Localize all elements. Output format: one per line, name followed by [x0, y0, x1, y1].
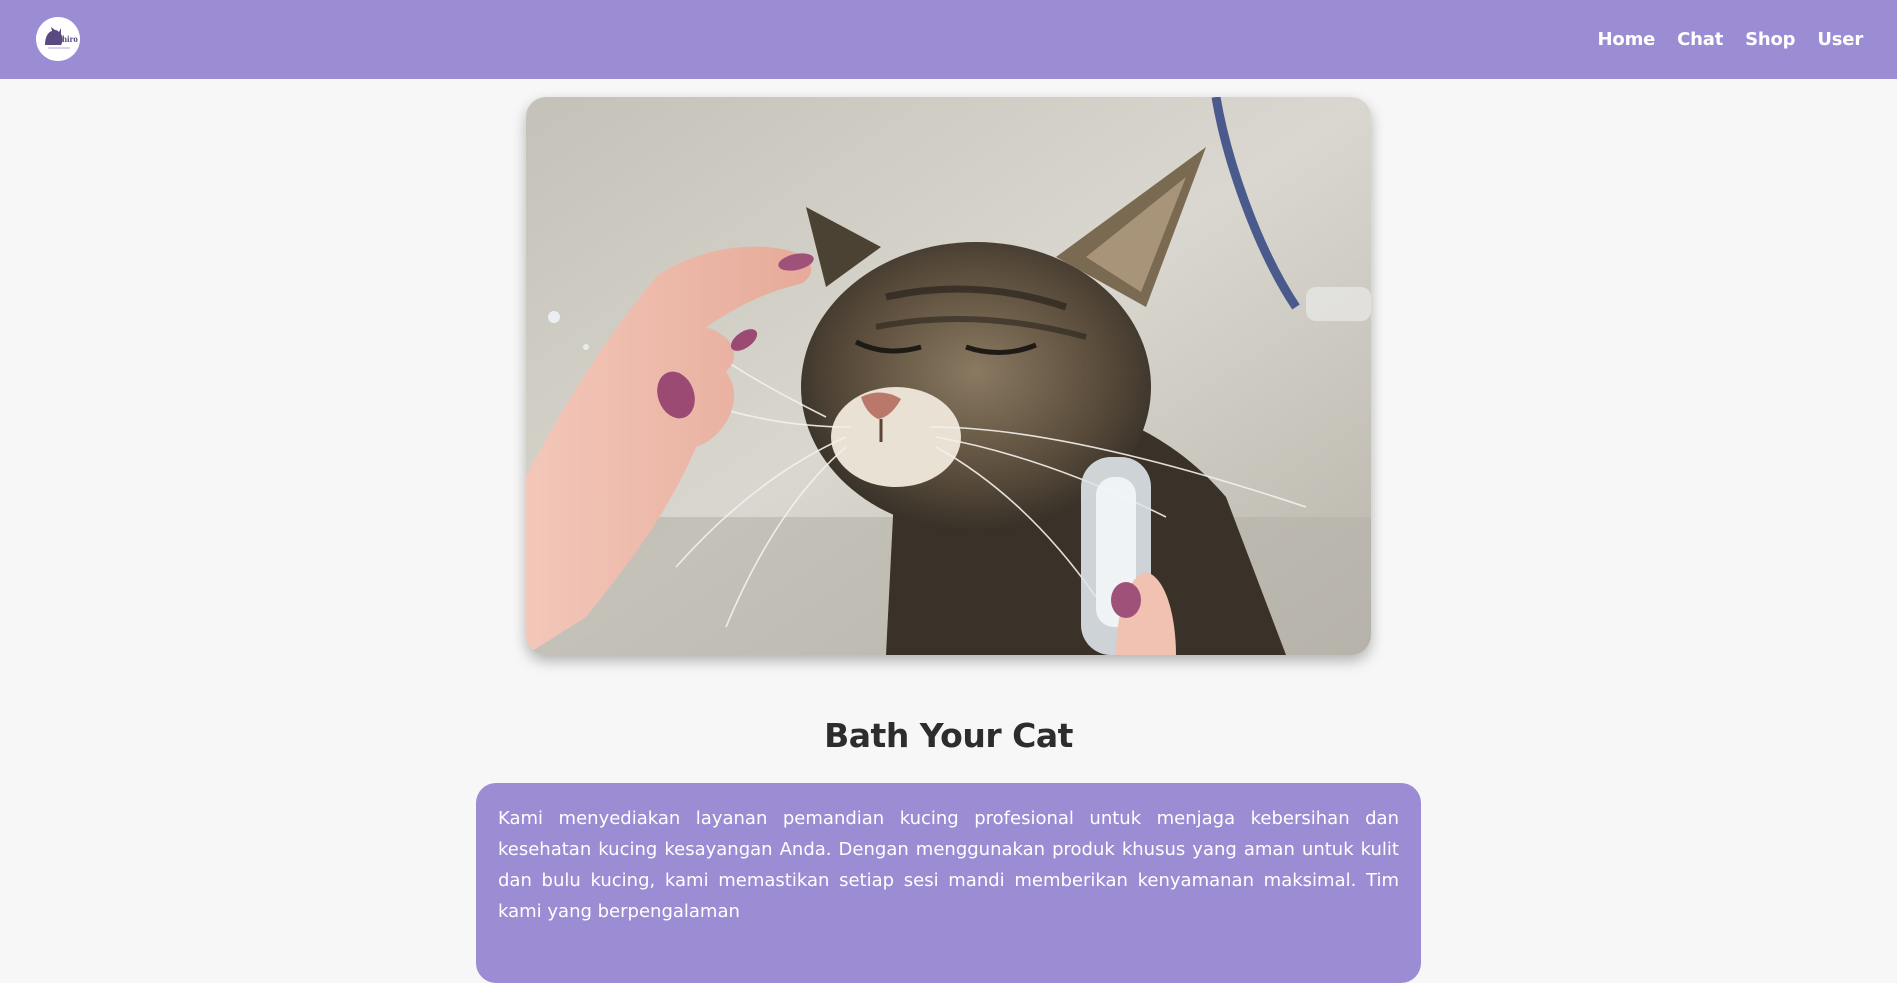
hero-image: [526, 97, 1371, 655]
cat-bath-photo: [526, 97, 1371, 655]
nav-home-link[interactable]: Home: [1598, 29, 1656, 50]
main-nav: Home Chat Shop User: [1598, 0, 1864, 79]
nav-shop-link[interactable]: Shop: [1745, 29, 1795, 50]
top-navbar: Shiro Home Chat Shop User: [0, 0, 1897, 79]
description-card: Kami menyediakan layanan pemandian kucin…: [476, 783, 1421, 983]
page-title: Bath Your Cat: [824, 716, 1073, 755]
description-text: Kami menyediakan layanan pemandian kucin…: [498, 808, 1399, 922]
nav-user-link[interactable]: User: [1817, 29, 1863, 50]
nav-chat-link[interactable]: Chat: [1677, 29, 1723, 50]
cat-logo-icon: Shiro: [36, 17, 80, 61]
logo-text: Shiro: [57, 34, 78, 44]
brand-logo[interactable]: Shiro: [36, 17, 80, 61]
